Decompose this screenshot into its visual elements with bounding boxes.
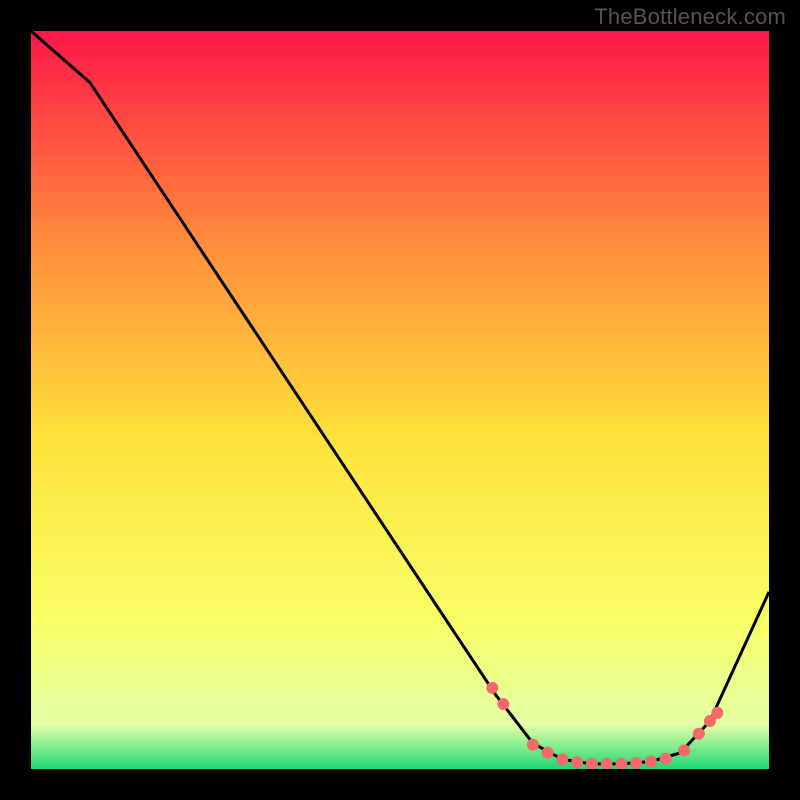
plot-area: [31, 31, 769, 769]
data-point: [645, 756, 657, 768]
data-point: [711, 707, 723, 719]
data-point: [542, 747, 554, 759]
data-point: [630, 757, 642, 769]
data-point: [693, 728, 705, 740]
data-point: [497, 698, 509, 710]
data-point: [678, 745, 690, 757]
chart-frame: TheBottleneck.com: [0, 0, 800, 800]
data-point: [556, 753, 568, 765]
gradient-background: [31, 31, 769, 769]
data-point: [486, 682, 498, 694]
data-point: [527, 739, 539, 751]
chart-svg: [31, 31, 769, 769]
data-point: [660, 753, 672, 765]
watermark-text: TheBottleneck.com: [594, 4, 786, 30]
data-point: [571, 756, 583, 768]
